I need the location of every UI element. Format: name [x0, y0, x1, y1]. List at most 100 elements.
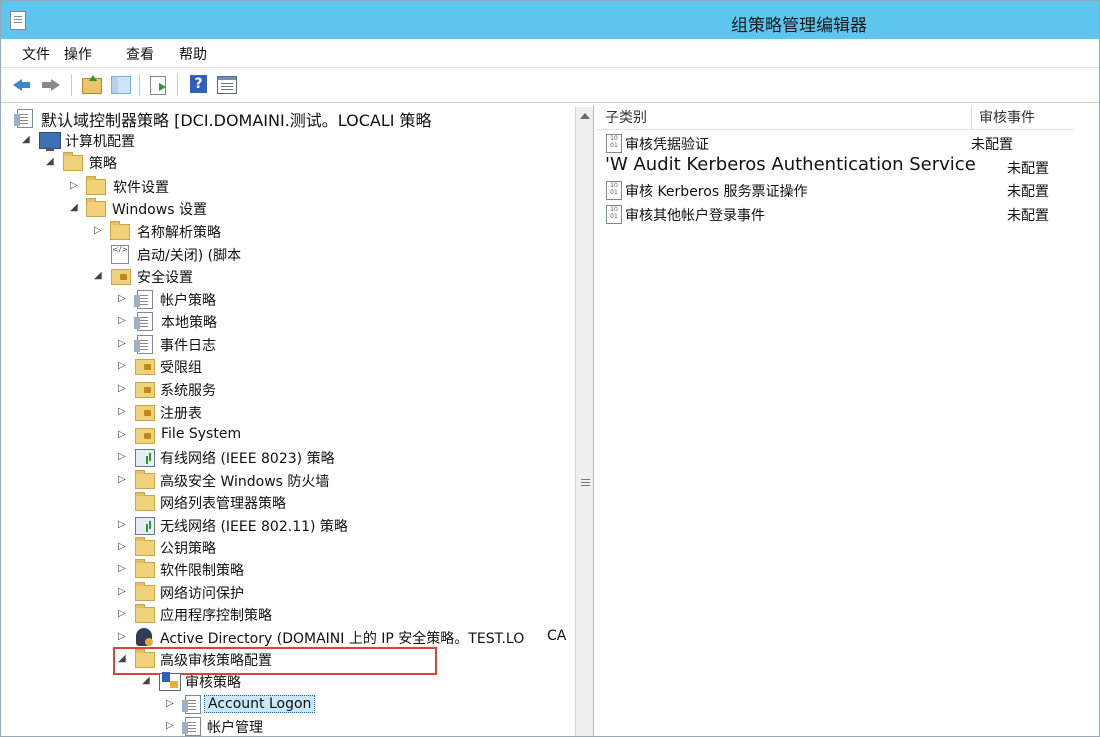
- tree-label: 事件日志: [160, 338, 216, 354]
- gpo-icon: [14, 109, 33, 128]
- title-bar[interactable]: 组策略管理编辑器: [1, 1, 1099, 39]
- tree-label: 审核策略: [185, 675, 241, 691]
- list-item[interactable]: 'W Audit Kerberos Authentication Service…: [597, 154, 1073, 178]
- collapse-icon[interactable]: ◢: [46, 157, 54, 167]
- menu-file[interactable]: 文件: [22, 44, 50, 64]
- policy-icon: [134, 312, 153, 331]
- tree-pane: 默认域控制器策略 [DCI.DOMAINI.测试。LOCALI 策略 ◢ 计算机…: [9, 105, 594, 736]
- network-icon: [135, 449, 155, 467]
- scroll-grip-icon[interactable]: [581, 479, 590, 480]
- window-title: 组策略管理编辑器: [731, 16, 867, 36]
- expand-icon[interactable]: ▷: [118, 384, 126, 394]
- tree-label: 帐户管理: [207, 720, 263, 736]
- folder-icon: [86, 198, 106, 217]
- audit-setting-icon: 10 01: [606, 181, 622, 200]
- expand-icon[interactable]: ▷: [118, 430, 126, 440]
- policy-icon: [134, 290, 153, 309]
- list-item[interactable]: 10 01 审核凭据验证 未配置: [597, 131, 1073, 154]
- list-item[interactable]: 10 01 审核其他帐户登录事件 未配置: [597, 202, 1073, 225]
- folder-icon: [110, 221, 130, 240]
- tree-label: 默认域控制器策略 [DCI.DOMAINI.测试。LOCALI 策略: [41, 111, 432, 130]
- ipsec-icon: [136, 628, 153, 646]
- show-hide-tree-button[interactable]: [109, 73, 133, 97]
- script-icon: </>: [111, 245, 129, 264]
- audit-policy-icon: [159, 672, 181, 691]
- lock-folder-icon: [135, 405, 155, 421]
- collapse-icon[interactable]: ◢: [142, 676, 150, 686]
- tree-label: Windows 设置: [112, 202, 207, 218]
- expand-icon[interactable]: ▷: [118, 361, 126, 371]
- tree-label: 启动/关闭) (脚本: [137, 248, 242, 264]
- collapse-icon[interactable]: ◢: [70, 203, 78, 213]
- policy-icon: [182, 695, 201, 714]
- menu-action[interactable]: 操作: [64, 44, 92, 64]
- collapse-icon[interactable]: ◢: [94, 271, 102, 281]
- tree-label: 网络访问保护: [160, 586, 244, 602]
- toolbar: ?: [1, 68, 1099, 103]
- tree-label: 系统服务: [160, 383, 216, 399]
- expand-icon[interactable]: ▷: [118, 452, 126, 462]
- expand-icon[interactable]: ▷: [118, 294, 126, 304]
- collapse-icon[interactable]: ◢: [22, 135, 30, 145]
- tree-label: 名称解析策略: [137, 225, 221, 241]
- properties-button[interactable]: [215, 73, 239, 97]
- lock-folder-icon: [135, 428, 155, 444]
- toolbar-separator: [71, 74, 72, 96]
- collapse-icon[interactable]: ◢: [118, 654, 126, 664]
- expand-icon[interactable]: ▷: [118, 564, 126, 574]
- properties-icon: [217, 76, 237, 94]
- list-header: 子类别 审核事件: [597, 105, 1073, 130]
- folder-icon: [135, 492, 155, 511]
- expand-icon[interactable]: ▷: [118, 407, 126, 417]
- tree-label: 应用程序控制策略: [160, 608, 272, 624]
- expand-icon[interactable]: ▷: [118, 316, 126, 326]
- lock-folder-icon: [135, 382, 155, 398]
- expand-icon[interactable]: ▷: [166, 699, 174, 709]
- subcategory-name: 审核 Kerberos 服务票证操作: [625, 184, 808, 200]
- tree-label: 高级审核策略配置: [160, 653, 272, 669]
- tree-label-selected: Account Logon: [204, 695, 316, 713]
- folder-icon: [135, 582, 155, 601]
- tree-label: 有线网络 (IEEE 8023) 策略: [160, 451, 335, 467]
- expand-icon[interactable]: ▷: [94, 226, 102, 236]
- column-header-subcategory[interactable]: 子类别: [605, 107, 972, 129]
- tree-label: File System: [161, 426, 242, 442]
- list-item[interactable]: 10 01 审核 Kerberos 服务票证操作 未配置: [597, 178, 1073, 201]
- app-icon: [10, 11, 26, 30]
- audit-state: 未配置: [971, 137, 1013, 153]
- tree-label: 帐户策略: [160, 293, 216, 309]
- menu-help[interactable]: 帮助: [179, 44, 207, 64]
- scroll-up-arrow-icon[interactable]: [580, 113, 590, 119]
- export-list-icon: [150, 76, 166, 95]
- folder-icon: [135, 604, 155, 623]
- tree-label-truncated: CA: [547, 628, 567, 644]
- tree-label: 软件限制策略: [160, 563, 244, 579]
- expand-icon[interactable]: ▷: [118, 587, 126, 597]
- network-icon: [135, 517, 155, 535]
- toolbar-separator: [177, 74, 178, 96]
- expand-icon[interactable]: ▷: [70, 181, 78, 191]
- expand-icon[interactable]: ▷: [118, 632, 126, 642]
- forward-button[interactable]: [39, 73, 63, 97]
- back-button[interactable]: [11, 73, 35, 97]
- toolbar-separator: [139, 74, 140, 96]
- expand-icon[interactable]: ▷: [118, 475, 126, 485]
- audit-state: 未配置: [1007, 161, 1049, 177]
- tree-scrollbar[interactable]: [575, 107, 593, 736]
- tree-label: 计算机配置: [65, 134, 135, 150]
- up-folder-icon: [82, 75, 102, 94]
- tree-label: 本地策略: [161, 315, 217, 331]
- computer-icon: [39, 132, 61, 151]
- tree-label: 注册表: [160, 406, 202, 422]
- expand-icon[interactable]: ▷: [118, 609, 126, 619]
- expand-icon[interactable]: ▷: [118, 520, 126, 530]
- help-button[interactable]: ?: [187, 73, 211, 97]
- menu-view[interactable]: 查看: [126, 44, 154, 64]
- up-one-level-button[interactable]: [79, 73, 103, 97]
- expand-icon[interactable]: ▷: [166, 721, 174, 731]
- subcategory-name: 'W Audit Kerberos Authentication Service: [605, 154, 976, 175]
- export-list-button[interactable]: [147, 73, 171, 97]
- expand-icon[interactable]: ▷: [118, 542, 126, 552]
- column-header-audit-events[interactable]: 审核事件: [979, 107, 1069, 129]
- expand-icon[interactable]: ▷: [118, 339, 126, 349]
